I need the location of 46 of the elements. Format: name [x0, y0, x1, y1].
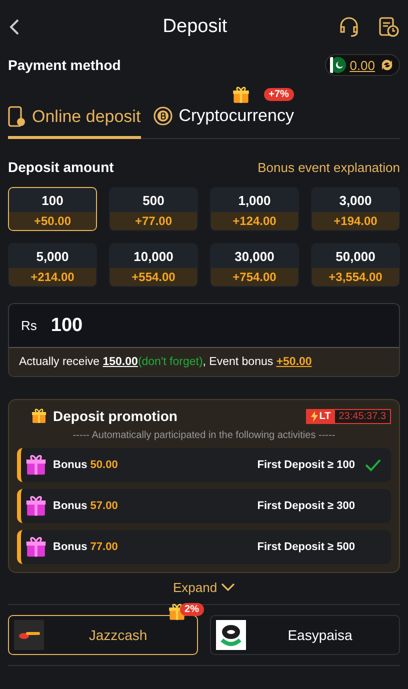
amount-option[interactable]: 100 +50.00	[8, 187, 97, 231]
tab[interactable]: Cryptocurrency	[152, 100, 294, 137]
headset-icon[interactable]	[338, 16, 360, 38]
bonus-badge: +7%	[264, 88, 294, 101]
amount-input[interactable]: 100	[48, 314, 249, 338]
amount-option[interactable]: 1,000 +124.00	[210, 187, 299, 231]
logo-icon	[216, 620, 246, 650]
balance-pill[interactable]: 0.00	[324, 54, 400, 76]
amount-option[interactable]: 500 +77.00	[109, 187, 198, 231]
gift-icon	[25, 536, 47, 558]
amount-option[interactable]: 30,000 +754.00	[210, 243, 299, 287]
gift-icon	[25, 495, 47, 517]
promotion-item: Bonus 57.00 First Deposit ≥ 300	[17, 489, 391, 523]
flag-icon	[330, 57, 346, 73]
amount-option[interactable]: 3,000 +194.00	[311, 187, 400, 231]
chevron-down-icon	[221, 583, 236, 592]
promotion-subtitle: ----- Automatically participated in the following activities -----	[72, 430, 336, 441]
promotion-item: Bonus 77.00 First Deposit ≥ 500	[17, 530, 391, 564]
lightning-icon	[311, 410, 318, 422]
history-icon[interactable]	[378, 16, 400, 38]
payment-method[interactable]: Jazzcash	[8, 615, 198, 655]
page-title: Deposit	[162, 16, 228, 38]
amount-option[interactable]: 50,000 +3,554.00	[311, 243, 400, 287]
promotion-title: Deposit promotion	[53, 408, 178, 424]
amount-option[interactable]: 10,000 +554.00	[109, 243, 198, 287]
amount-field[interactable]: Rs 100	[9, 304, 399, 348]
gift-icon	[25, 454, 47, 476]
countdown-timer: LT 23:45:37.3	[306, 408, 391, 424]
phone-icon	[8, 106, 26, 128]
section-title: Deposit amount	[8, 159, 114, 175]
currency-label: Rs	[21, 318, 37, 333]
receive-summary: Actually receive 150.00(don't forget), Event bonus +50.00	[9, 348, 399, 376]
refresh-icon[interactable]	[379, 57, 395, 73]
gift-icon	[232, 86, 250, 104]
bonus-badge: 2%	[180, 603, 204, 616]
promotion-item: Bonus 50.00 First Deposit ≥ 100	[17, 448, 391, 482]
expand-button[interactable]: Expand	[166, 579, 242, 596]
section-title: Payment method	[8, 57, 121, 73]
payment-method[interactable]: Easypaisa	[210, 615, 400, 655]
bitcoin-icon	[152, 106, 173, 126]
gift-icon	[31, 408, 47, 424]
balance-amount: 0.00	[350, 58, 375, 72]
tab[interactable]: Online deposit	[8, 100, 141, 139]
bonus-explanation-link[interactable]: Bonus event explanation	[258, 160, 400, 174]
logo-icon	[14, 620, 44, 650]
amount-option[interactable]: 5,000 +214.00	[8, 243, 97, 287]
